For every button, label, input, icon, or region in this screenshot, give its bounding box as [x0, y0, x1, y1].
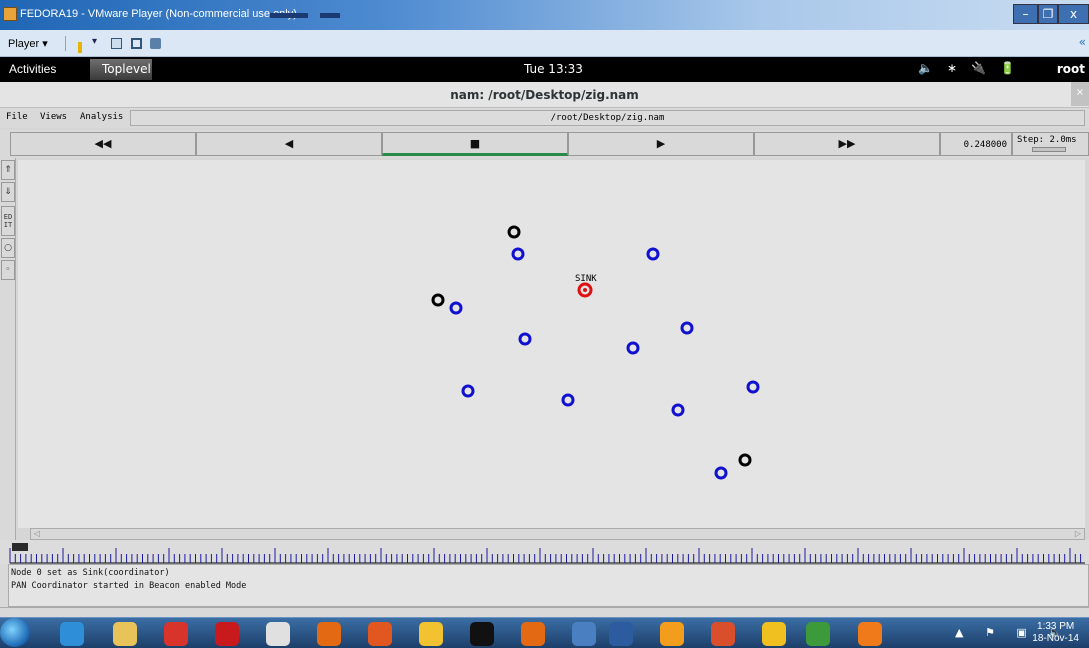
node-7[interactable] — [461, 384, 475, 398]
chrome-icon[interactable] — [762, 622, 786, 646]
activities-button[interactable]: Activities — [9, 62, 56, 76]
network-icon[interactable] — [111, 38, 122, 49]
maximize-button[interactable]: ❐ — [1038, 4, 1058, 24]
canvas-horizontal-scrollbar[interactable]: ◁ ▷ — [30, 528, 1085, 540]
fast-forward-button[interactable]: ▶▶ — [754, 132, 940, 156]
player-menu[interactable]: Player ▾ — [8, 37, 48, 50]
user-menu[interactable]: root — [1057, 62, 1085, 76]
minimize-button[interactable]: – — [1013, 4, 1038, 24]
opera-icon[interactable] — [215, 622, 239, 646]
nam-menubar: File Views Analysis /root/Desktop/zig.na… — [0, 108, 1089, 128]
rewind-button[interactable]: ◀◀ — [10, 132, 196, 156]
timeline-slider[interactable] — [12, 543, 28, 551]
fullscreen-icon[interactable] — [131, 38, 142, 49]
app-icon-3[interactable] — [164, 622, 188, 646]
log-horizontal-scrollbar[interactable] — [0, 607, 1089, 617]
nam-window-titlebar: nam: /root/Desktop/zig.nam × — [0, 82, 1089, 108]
close-button[interactable]: x — [1058, 4, 1089, 24]
node-8[interactable] — [561, 393, 575, 407]
vmware-logo-icon — [3, 7, 17, 21]
taskbar-date: 18-Nov-14 — [1032, 633, 1079, 644]
node-9[interactable] — [671, 403, 685, 417]
gnome-top-bar: Activities Toplevel Tue 13:33 🔈∗🔌🔋 root — [0, 57, 1089, 82]
collapse-arrow-icon[interactable]: « — [1079, 35, 1086, 49]
pause-icon[interactable] — [78, 38, 89, 72]
file-explorer-icon[interactable] — [113, 622, 137, 646]
titlebar-indicator — [270, 13, 308, 18]
app-icon-11[interactable] — [572, 622, 596, 646]
network-topology: SINK — [431, 225, 760, 480]
log-line: Node 0 set as Sink(coordinator) — [11, 568, 170, 578]
node-6[interactable] — [626, 341, 640, 355]
stop-button[interactable]: ■ — [382, 132, 568, 156]
log-scrollbar[interactable] — [0, 564, 8, 607]
scroll-right-icon[interactable]: ▷ — [1072, 529, 1084, 539]
vmware-toolbar: Player ▾ ▾ « — [0, 30, 1089, 72]
node-3[interactable] — [449, 301, 463, 315]
gnome-clock[interactable]: Tue 13:33 — [524, 62, 583, 76]
start-button[interactable] — [0, 618, 30, 647]
log-line: PAN Coordinator started in Beacon enable… — [11, 581, 247, 591]
firefox-icon-2[interactable] — [521, 622, 545, 646]
matlab-icon[interactable] — [711, 622, 735, 646]
play-backward-button[interactable]: ◀ — [196, 132, 382, 156]
node-1[interactable] — [511, 247, 525, 261]
gnome-status-icons[interactable]: 🔈∗🔌🔋 — [918, 61, 1029, 75]
play-forward-button[interactable]: ▶ — [568, 132, 754, 156]
timeline-ticks — [9, 543, 1085, 564]
firefox-icon[interactable] — [317, 622, 341, 646]
step-control: Step: 2.0ms — [1012, 132, 1089, 156]
tool-strip: ⇑ ⇓ ED IT ○ ◦ — [0, 158, 16, 540]
app-icon-17[interactable] — [858, 622, 882, 646]
toplevel-app-menu[interactable]: Toplevel — [90, 59, 152, 80]
chevron-down-icon[interactable]: ▾ — [92, 36, 97, 47]
nam-close-button[interactable]: × — [1071, 82, 1089, 106]
taskbar-time: 1:33 PM — [1037, 621, 1075, 632]
terminal-icon[interactable] — [470, 622, 494, 646]
sink-node[interactable] — [577, 282, 593, 298]
menu-analysis[interactable]: Analysis — [80, 112, 123, 122]
taskbar-clock[interactable]: 1:33 PM 18-Nov-14 — [1032, 621, 1079, 645]
circle-small-icon[interactable]: ◦ — [1, 260, 15, 280]
node-2[interactable] — [646, 247, 660, 261]
vmware-titlebar: FEDORA19 - VMware Player (Non-commercial… — [0, 0, 1089, 30]
app-icon-8[interactable] — [419, 622, 443, 646]
app-icon-5[interactable] — [266, 622, 290, 646]
node-4[interactable] — [518, 332, 532, 346]
nam-window-title: nam: /root/Desktop/zig.nam — [450, 88, 639, 102]
toolbar-separator — [65, 36, 66, 51]
network-canvas[interactable]: SINK — [18, 160, 1085, 528]
sink-label: SINK — [575, 274, 597, 284]
internet-explorer-icon[interactable] — [60, 622, 84, 646]
zoom-in-icon[interactable]: ⇑ — [1, 160, 15, 180]
edit-button[interactable]: ED IT — [1, 206, 15, 236]
vmware-window-title: FEDORA19 - VMware Player (Non-commercial… — [20, 8, 297, 20]
app-icon-12[interactable] — [609, 622, 633, 646]
circle-large-icon[interactable]: ○ — [1, 238, 15, 258]
titlebar-indicator-2 — [320, 13, 340, 18]
screen: FEDORA19 - VMware Player (Non-commercial… — [0, 0, 1089, 648]
scroll-left-icon[interactable]: ◁ — [31, 529, 43, 539]
time-display: 0.248000 — [940, 132, 1012, 156]
app-icon-7[interactable] — [368, 622, 392, 646]
media-player-icon[interactable] — [660, 622, 684, 646]
playback-controls: ◀◀ ◀ ■ ▶ ▶▶ 0.248000 Step: 2.0ms — [0, 130, 1089, 158]
node-black-a[interactable] — [507, 225, 521, 239]
timeline[interactable] — [0, 540, 1089, 564]
app-icon-16[interactable] — [806, 622, 830, 646]
node-black-c[interactable] — [738, 453, 752, 467]
node-5[interactable] — [680, 321, 694, 335]
menu-file[interactable]: File — [6, 112, 28, 122]
node-black-b[interactable] — [431, 293, 445, 307]
log-panel: Node 0 set as Sink(coordinator) PAN Coor… — [8, 564, 1089, 607]
step-label: Step: 2.0ms — [1017, 135, 1077, 145]
file-path-label: /root/Desktop/zig.nam — [130, 110, 1085, 126]
step-slider[interactable] — [1032, 147, 1066, 152]
windows-taskbar: ▲ ⚑ ▣ 🔈 1:33 PM 18-Nov-14 — [0, 617, 1089, 648]
zoom-out-icon[interactable]: ⇓ — [1, 182, 15, 202]
node-10[interactable] — [746, 380, 760, 394]
menu-views[interactable]: Views — [40, 112, 67, 122]
node-11[interactable] — [714, 466, 728, 480]
unity-icon[interactable] — [150, 38, 161, 49]
